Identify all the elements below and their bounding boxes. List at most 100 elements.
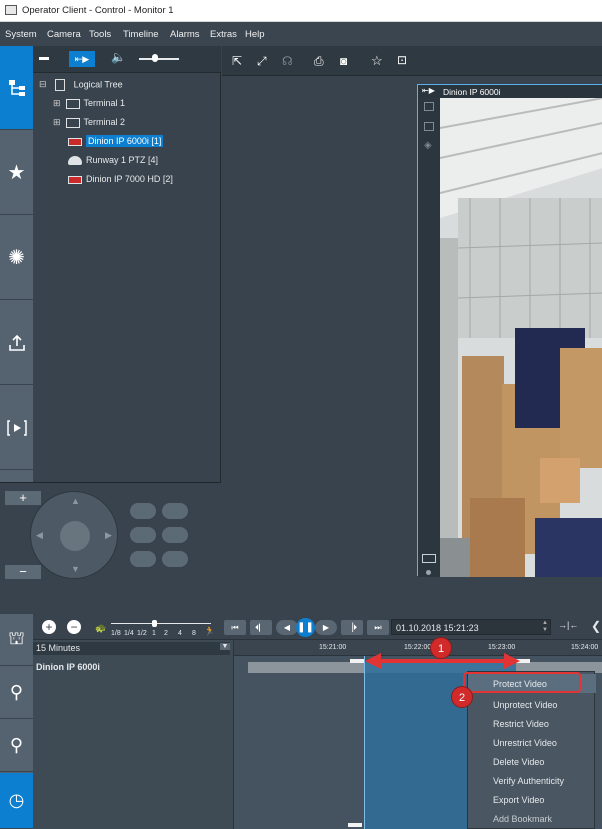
menu-item-export-video[interactable]: Export Video (468, 790, 596, 809)
tree-item-runway-ptz[interactable]: Runway 1 PTZ [4] (68, 155, 159, 166)
pin-icon[interactable]: ⇱ (232, 54, 242, 68)
preset-button-2[interactable] (162, 551, 188, 567)
menu-system[interactable]: System (5, 29, 37, 40)
aspect-icon[interactable] (422, 554, 436, 563)
menu-alarms[interactable]: Alarms (170, 29, 200, 40)
datetime-spin-down[interactable]: ▼ (542, 627, 548, 633)
ptz-center-knob[interactable] (60, 521, 90, 551)
search-nav-button[interactable]: ⚲ (0, 667, 33, 719)
step-forward-button[interactable]: ▕⏵ (341, 620, 363, 635)
focus-far-button[interactable] (162, 503, 188, 519)
tree-item-dinion-7000hd[interactable]: Dinion IP 7000 HD [2] (68, 174, 173, 184)
ptz-left-icon[interactable]: ◀ (36, 530, 43, 541)
export-nav-button[interactable] (0, 301, 33, 385)
range-start-handle[interactable] (350, 659, 364, 663)
playhead-bottom-handle[interactable] (348, 823, 362, 827)
time-span-value: 15 Minutes (36, 643, 81, 653)
diamond-icon[interactable]: ◈ (424, 140, 432, 151)
ptz-up-icon[interactable]: ▲ (71, 496, 80, 506)
print-icon[interactable]: ⎙ (314, 54, 324, 69)
menu-camera[interactable]: Camera (47, 29, 81, 40)
jump-end-button[interactable]: ⏭ (367, 620, 389, 635)
logical-tree-nav-button[interactable] (0, 46, 33, 130)
maximize-pane-icon[interactable] (424, 102, 434, 111)
tick-label: 15:21:00 (319, 644, 347, 651)
zoom-out-timeline-icon[interactable]: − (67, 620, 81, 634)
tree-item-terminal-2[interactable]: ⊞ Terminal 2 (53, 117, 125, 128)
menu-item-verify-authenticity[interactable]: Verify Authenticity (468, 771, 596, 790)
alarm-list-nav-button[interactable]: ⛫ (0, 614, 33, 666)
speed-thumb[interactable] (152, 620, 157, 627)
camera-mode-icon[interactable]: ▬ (39, 52, 59, 66)
volume-thumb[interactable] (152, 54, 158, 62)
speed-slider[interactable] (111, 623, 211, 624)
motion-search-nav-button[interactable]: ⚲ (0, 720, 33, 772)
timeline-track-list: 15 Minutes ▼ Dinion IP 6000i ◀ (33, 640, 244, 829)
expand-icon[interactable]: ⊞ (53, 117, 61, 127)
play-button[interactable]: ▶ (315, 620, 337, 635)
speaker-icon[interactable]: 🔈 (111, 50, 126, 64)
focus-near-button[interactable] (130, 503, 156, 519)
zoom-in-button[interactable]: + (5, 491, 41, 505)
tick-label: 15:24:00 (571, 644, 599, 651)
timeline-nav-button[interactable]: ◷ (0, 773, 33, 829)
ptz-right-icon[interactable]: ▶ (105, 530, 112, 541)
grid-icon[interactable] (424, 122, 434, 131)
playback-nav-button[interactable] (0, 386, 33, 470)
zoom-in-timeline-icon[interactable]: + (42, 620, 56, 634)
title-bar: Operator Client - Control - Monitor 1 (0, 0, 602, 22)
menu-item-restrict-video[interactable]: Restrict Video (468, 714, 596, 733)
image-pane[interactable]: ⇤▶ Dinion IP 6000i ◈ (417, 84, 602, 577)
favorite-icon[interactable]: ☆ (371, 53, 383, 69)
menu-help[interactable]: Help (245, 29, 265, 40)
collapse-icon[interactable]: ⊟ (39, 79, 47, 89)
menu-item-unprotect-video[interactable]: Unprotect Video (468, 695, 596, 714)
menu-item-unrestrict-video[interactable]: Unrestrict Video (468, 733, 596, 752)
menu-timeline[interactable]: Timeline (123, 29, 159, 40)
ptz-down-icon[interactable]: ▼ (71, 564, 80, 574)
tree-item-terminal-1[interactable]: ⊞ Terminal 1 (53, 98, 125, 109)
video-frame-icon (6, 419, 27, 436)
highlight-box-annotation (463, 672, 581, 693)
upload-icon (8, 334, 25, 351)
jump-start-button[interactable]: ⏮ (224, 620, 246, 635)
ptz-control-panel: + − ▲ ▼ ◀ ▶ (0, 482, 221, 614)
time-span-select[interactable]: 15 Minutes ▼ (33, 642, 230, 655)
iris-open-button[interactable] (162, 527, 188, 543)
pause-button[interactable]: ❚❚ (296, 618, 315, 637)
maps-nav-button[interactable]: ✺ (0, 216, 33, 300)
preset-button-1[interactable] (130, 551, 156, 567)
expand-icon[interactable]: ⊞ (53, 98, 61, 108)
tree-item-dinion-6000i[interactable]: Dinion IP 6000i [1] (68, 135, 164, 147)
image-pane-area: ⇱ ⤢ ☊ ⎙ ◙ ☆ ⊡ ⇤▶ Dinion IP 6000i ◈ (222, 46, 602, 614)
camera-icon (68, 175, 82, 184)
favorites-nav-button[interactable]: ★ (0, 131, 33, 215)
playhead-line[interactable] (364, 656, 365, 829)
playback-mode-button[interactable]: ⇤▶ (69, 51, 95, 67)
step-back-button[interactable]: ⏴▏ (250, 620, 272, 635)
tree-item-label: Runway 1 PTZ [4] (86, 155, 159, 165)
ptz-joystick[interactable]: ▲ ▼ ◀ ▶ (30, 491, 118, 579)
user-icon[interactable]: ☊ (282, 54, 293, 68)
chevron-down-icon[interactable]: ▼ (220, 643, 230, 650)
datetime-spin-up[interactable]: ▲ (542, 620, 548, 626)
menu-tools[interactable]: Tools (89, 29, 111, 40)
layout-icon[interactable]: ⊡ (397, 53, 407, 67)
logical-tree-icon (55, 79, 66, 91)
menu-item-add-bookmark[interactable]: Add Bookmark (468, 809, 596, 828)
scroll-left-icon[interactable]: ❮ (591, 619, 601, 633)
reverse-play-button[interactable]: ◀ (276, 620, 298, 635)
view-toolbar: ⇱ ⤢ ☊ ⎙ ◙ ☆ ⊡ (222, 46, 602, 76)
fullscreen-icon[interactable]: ⤢ (257, 54, 267, 69)
tick-label: 15:23:00 (488, 644, 516, 651)
camera-video-image[interactable] (440, 98, 602, 577)
sync-icon[interactable]: →|← (558, 620, 578, 630)
menu-item-delete-video[interactable]: Delete Video (468, 752, 596, 771)
zoom-out-button[interactable]: − (5, 565, 41, 579)
menu-extras[interactable]: Extras (210, 29, 237, 40)
iris-close-button[interactable] (130, 527, 156, 543)
volume-slider[interactable] (139, 58, 179, 60)
snapshot-icon[interactable]: ◙ (340, 54, 347, 68)
datetime-field[interactable]: 01.10.2018 15:21:23 ▲ ▼ (391, 619, 551, 635)
tree-root[interactable]: ⊟ Logical Tree (39, 79, 123, 91)
